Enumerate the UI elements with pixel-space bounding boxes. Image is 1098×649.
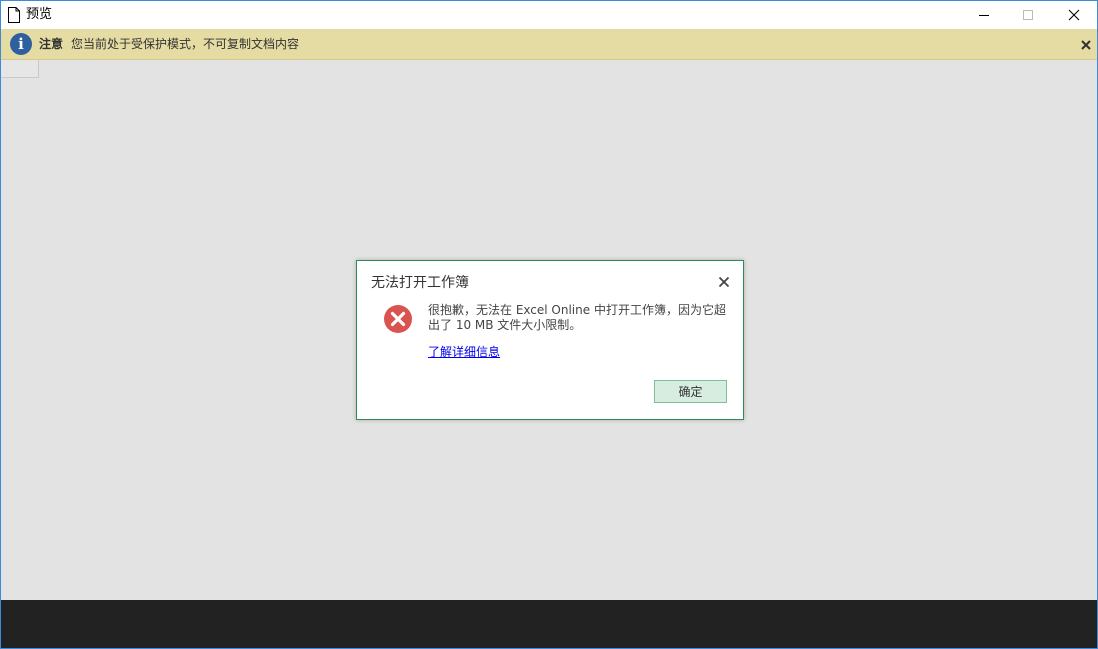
footer-bar: [1, 600, 1097, 648]
title-bar: 预览: [1, 1, 1097, 29]
minimize-icon: [979, 15, 989, 16]
dialog-message: 很抱歉，无法在 Excel Online 中打开工作簿，因为它超出了 10 MB…: [428, 303, 726, 332]
infobar-label: 注意: [39, 37, 64, 51]
error-icon: [383, 304, 413, 334]
ok-button[interactable]: 确定: [654, 380, 727, 403]
infobar-close-button[interactable]: [1079, 37, 1093, 51]
infobar-message: 您当前处于受保护模式，不可复制文档内容: [71, 37, 300, 51]
sheet-corner-cell[interactable]: [1, 60, 39, 78]
minimize-button[interactable]: [961, 1, 1007, 29]
close-icon: [1068, 9, 1080, 21]
preview-window: 预览 i 注意 您当前处于受保护模式，不可复制文档内容 无法打开工作簿 很抱歉，…: [0, 0, 1098, 649]
learn-more-link[interactable]: 了解详细信息: [428, 345, 500, 360]
maximize-button[interactable]: [1005, 1, 1051, 29]
window-title: 预览: [26, 7, 53, 22]
info-icon: i: [10, 33, 32, 55]
close-icon: [718, 276, 730, 288]
protected-mode-infobar: i 注意 您当前处于受保护模式，不可复制文档内容: [1, 29, 1097, 60]
close-icon: [1081, 40, 1091, 50]
document-icon: [7, 7, 21, 23]
dialog-title: 无法打开工作簿: [371, 275, 469, 291]
dialog-close-button[interactable]: [718, 273, 730, 288]
maximize-icon: [1023, 10, 1033, 20]
window-close-button[interactable]: [1051, 1, 1097, 29]
error-dialog: 无法打开工作簿 很抱歉，无法在 Excel Online 中打开工作簿，因为它超…: [356, 260, 744, 420]
